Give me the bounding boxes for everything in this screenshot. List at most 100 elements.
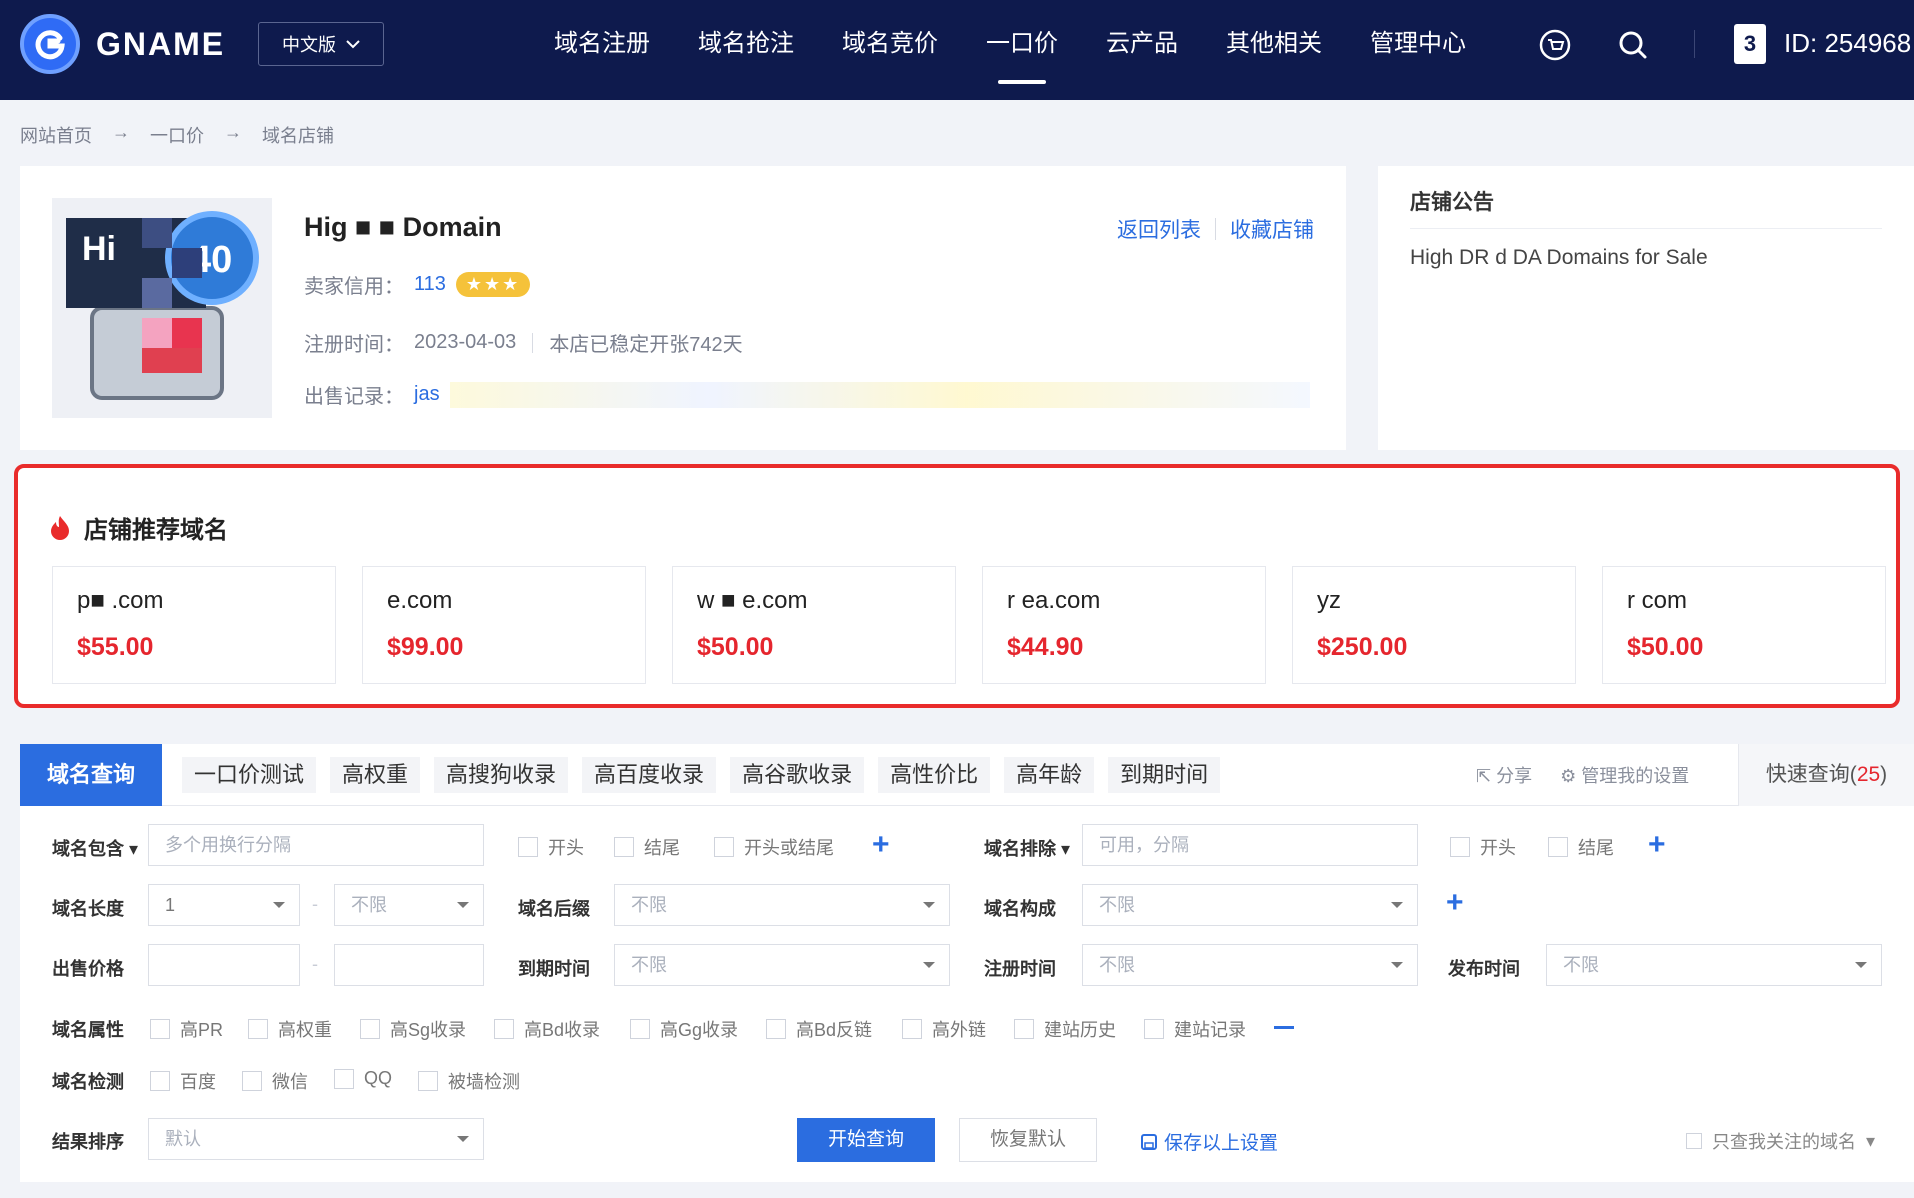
collapse-attrs-icon[interactable] xyxy=(1274,1026,1294,1029)
contains-label[interactable]: 域名包含 ▾ xyxy=(52,835,138,861)
tab-domain-query[interactable]: 域名查询 xyxy=(20,744,162,806)
chk-label: 高Gg收录 xyxy=(660,1020,739,1040)
nav-manage-center[interactable]: 管理中心 xyxy=(1370,0,1466,100)
length-min-value: 1 xyxy=(165,895,176,915)
reg-time-value: 不限 xyxy=(1099,955,1135,975)
nav-domain-auction[interactable]: 域名竞价 xyxy=(842,0,938,100)
logo-text[interactable]: GNAME xyxy=(96,26,225,63)
nav-domain-register[interactable]: 域名注册 xyxy=(554,0,650,100)
credit-value[interactable]: 113 xyxy=(414,273,446,296)
tab-best-value[interactable]: 高性价比 xyxy=(878,757,991,793)
attr-checkbox[interactable]: 建站历史 xyxy=(1014,1016,1116,1042)
sort-value: 默认 xyxy=(165,1129,201,1149)
contains-input[interactable]: 多个用换行分隔 xyxy=(148,824,484,866)
exclude-start-checkbox[interactable]: 开头 xyxy=(1450,834,1516,860)
recommended-domain-card[interactable]: r ea.com $44.90 xyxy=(982,566,1266,684)
tab-expire-time[interactable]: 到期时间 xyxy=(1108,757,1221,793)
nav-domain-snap[interactable]: 域名抢注 xyxy=(698,0,794,100)
register-time-row: 注册时间： 2023-04-03 本店已稳定开张742天 xyxy=(304,328,743,357)
attr-checkbox[interactable]: 高权重 xyxy=(248,1016,332,1042)
sort-select[interactable]: 默认 xyxy=(148,1118,484,1160)
tab-high-age[interactable]: 高年龄 xyxy=(1004,757,1095,793)
suffix-select[interactable]: 不限 xyxy=(614,884,950,926)
reg-time-select[interactable]: 不限 xyxy=(1082,944,1418,986)
length-max-select[interactable]: 不限 xyxy=(334,884,484,926)
attr-checkbox[interactable]: 高外链 xyxy=(902,1016,986,1042)
favorite-shop-link[interactable]: 收藏店铺 xyxy=(1230,214,1314,244)
price-max-input[interactable] xyxy=(334,944,484,986)
nav-cloud[interactable]: 云产品 xyxy=(1106,0,1178,100)
cart-icon[interactable] xyxy=(1538,28,1572,62)
exclude-label[interactable]: 域名排除 ▾ xyxy=(984,835,1070,861)
recommended-domain-card[interactable]: yz $250.00 xyxy=(1292,566,1576,684)
recommended-domain-card[interactable]: r com $50.00 xyxy=(1602,566,1886,684)
check-checkbox[interactable]: 百度 xyxy=(150,1068,216,1094)
publish-select[interactable]: 不限 xyxy=(1546,944,1882,986)
expire-select[interactable]: 不限 xyxy=(614,944,950,986)
follow-only-label: 只查我关注的域名 xyxy=(1712,1132,1856,1152)
start-search-button[interactable]: 开始查询 xyxy=(797,1118,935,1162)
tab-high-sogou[interactable]: 高搜狗收录 xyxy=(434,757,569,793)
quick-query-button[interactable]: 快速查询(25) xyxy=(1738,744,1914,806)
reset-button[interactable]: 恢复默认 xyxy=(959,1118,1097,1162)
breadcrumb-home[interactable]: 网站首页 xyxy=(20,122,92,148)
add-contains-icon[interactable]: + xyxy=(872,830,890,860)
compose-select[interactable]: 不限 xyxy=(1082,884,1418,926)
price-min-input[interactable] xyxy=(148,944,300,986)
tab-high-baidu[interactable]: 高百度收录 xyxy=(582,757,717,793)
share-button[interactable]: ⇱ 分享 xyxy=(1476,762,1532,788)
user-level-badge[interactable]: 3 xyxy=(1734,24,1766,64)
rec-domain-name[interactable]: e.com xyxy=(387,587,452,615)
rec-domain-name[interactable]: p■ .com xyxy=(77,587,164,615)
search-icon[interactable] xyxy=(1616,28,1650,62)
rec-domain-name[interactable]: r ea.com xyxy=(1007,587,1100,615)
chk-label: 开头 xyxy=(1480,838,1516,858)
tab-high-weight[interactable]: 高权重 xyxy=(330,757,421,793)
recommended-domain-card[interactable]: e.com $99.00 xyxy=(362,566,646,684)
top-navbar: GNAME 中文版 域名注册 域名抢注 域名竞价 一口价 云产品 其他相关 管理… xyxy=(0,0,1914,100)
publish-value: 不限 xyxy=(1563,955,1599,975)
attr-checkbox[interactable]: 高Sg收录 xyxy=(360,1016,466,1042)
add-exclude-icon[interactable]: + xyxy=(1648,830,1666,860)
breadcrumb-fixed-price[interactable]: 一口价 xyxy=(150,122,204,148)
chk-label: 高PR xyxy=(180,1020,224,1040)
manage-settings-button[interactable]: ⚙ 管理我的设置 xyxy=(1560,762,1689,788)
contains-start-or-end-checkbox[interactable]: 开头或结尾 xyxy=(714,834,834,860)
language-label: 中文版 xyxy=(282,35,336,55)
rec-domain-name[interactable]: w ■ e.com xyxy=(697,587,808,615)
logo-icon[interactable] xyxy=(20,14,80,74)
recommended-domain-card[interactable]: w ■ e.com $50.00 xyxy=(672,566,956,684)
recommended-domain-card[interactable]: p■ .com $55.00 xyxy=(52,566,336,684)
follow-only-checkbox[interactable]: 只查我关注的域名 ▾ xyxy=(1686,1128,1875,1154)
contains-start-checkbox[interactable]: 开头 xyxy=(518,834,584,860)
caret-down-icon xyxy=(457,902,469,908)
tab-fixed-price-test[interactable]: 一口价测试 xyxy=(182,757,317,793)
attr-checkbox[interactable]: 高PR xyxy=(150,1016,223,1042)
rec-domain-name[interactable]: r com xyxy=(1627,587,1687,615)
nav-fixed-price[interactable]: 一口价 xyxy=(986,0,1058,100)
chk-label: 高Sg收录 xyxy=(390,1020,467,1040)
caret-down-icon xyxy=(1855,962,1867,968)
attr-checkbox[interactable]: 高Gg收录 xyxy=(630,1016,738,1042)
add-compose-icon[interactable]: + xyxy=(1446,888,1464,918)
exclude-input[interactable]: 可用，分隔 xyxy=(1082,824,1418,866)
contains-end-checkbox[interactable]: 结尾 xyxy=(614,834,680,860)
check-checkbox[interactable]: 被墙检测 xyxy=(418,1068,520,1094)
tab-high-google[interactable]: 高谷歌收录 xyxy=(730,757,865,793)
check-checkbox[interactable]: QQ xyxy=(334,1068,392,1089)
rec-domain-name[interactable]: yz xyxy=(1317,587,1341,615)
price-label: 出售价格 xyxy=(52,959,124,979)
attr-checkbox[interactable]: 高Bd收录 xyxy=(494,1016,600,1042)
attr-checkbox[interactable]: 高Bd反链 xyxy=(766,1016,872,1042)
language-select[interactable]: 中文版 xyxy=(258,22,384,66)
nav-other[interactable]: 其他相关 xyxy=(1226,0,1322,100)
exclude-end-checkbox[interactable]: 结尾 xyxy=(1548,834,1614,860)
save-settings-link[interactable]: 保存以上设置 xyxy=(1140,1128,1278,1155)
length-min-select[interactable]: 1 xyxy=(148,884,300,926)
chk-label: QQ xyxy=(364,1068,393,1088)
user-id[interactable]: ID: 254968 xyxy=(1784,28,1911,59)
back-to-list-link[interactable]: 返回列表 xyxy=(1117,214,1201,244)
check-checkbox[interactable]: 微信 xyxy=(242,1068,308,1094)
attr-checkbox[interactable]: 建站记录 xyxy=(1144,1016,1246,1042)
sales-value[interactable]: jas xyxy=(414,383,440,406)
